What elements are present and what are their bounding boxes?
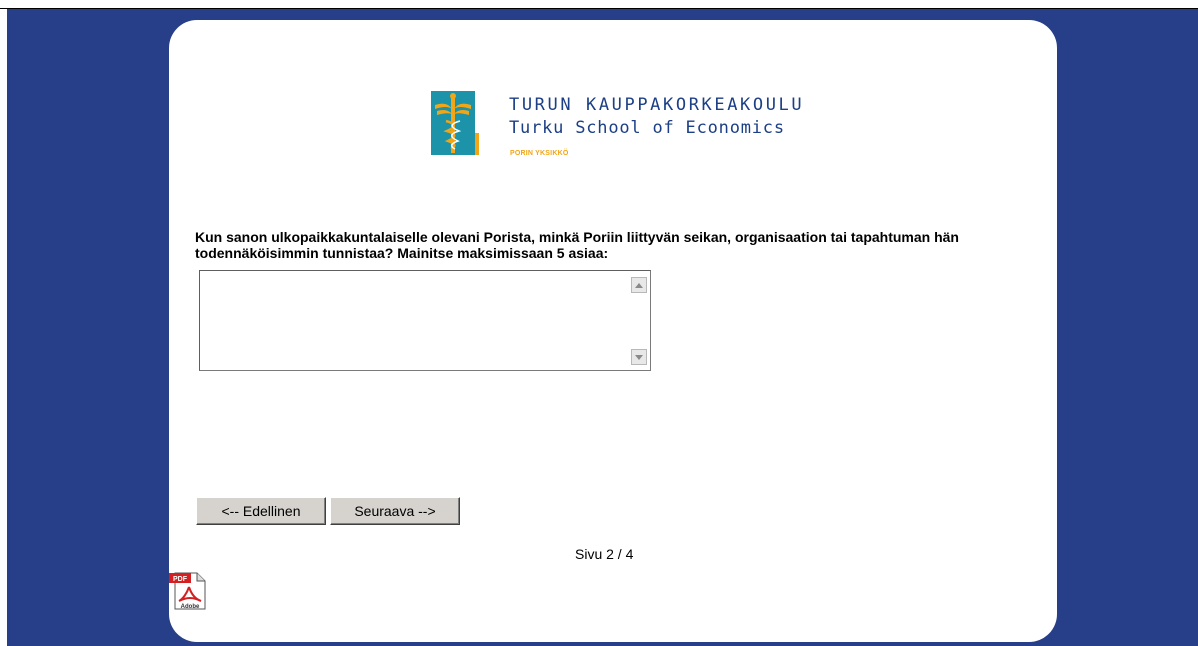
next-button[interactable]: Seuraava --> [330,497,460,525]
answer-textarea-frame [199,270,651,371]
logo-gold-base [475,133,479,155]
scroll-up-button[interactable] [631,277,647,293]
textarea-scrollbar[interactable] [631,272,649,369]
svg-text:Adobe: Adobe [181,604,200,610]
scroll-down-button[interactable] [631,349,647,365]
school-logo: TURUN KAUPPAKORKEAKOULU Turku School of … [431,81,851,181]
arrow-up-icon [635,282,643,288]
caduceus-emblem-icon [431,91,475,155]
survey-card: TURUN KAUPPAKORKEAKOULU Turku School of … [169,20,1057,642]
page-indicator: Sivu 2 / 4 [575,546,634,562]
window-top-border [0,0,1198,9]
svg-text:PDF: PDF [173,576,188,583]
pdf-icon[interactable]: PDF Adobe [169,571,209,611]
school-name-english: Turku School of Economics [509,118,785,138]
answer-textarea[interactable] [201,272,629,369]
question-text: Kun sanon ulkopaikkakuntalaiselle olevan… [195,229,959,261]
page-background: TURUN KAUPPAKORKEAKOULU Turku School of … [7,9,1198,646]
previous-button[interactable]: <-- Edellinen [196,497,326,525]
arrow-down-icon [635,354,643,360]
school-unit-label: PORIN YKSIKKÖ [510,150,569,157]
school-name-finnish: TURUN KAUPPAKORKEAKOULU [509,95,805,115]
